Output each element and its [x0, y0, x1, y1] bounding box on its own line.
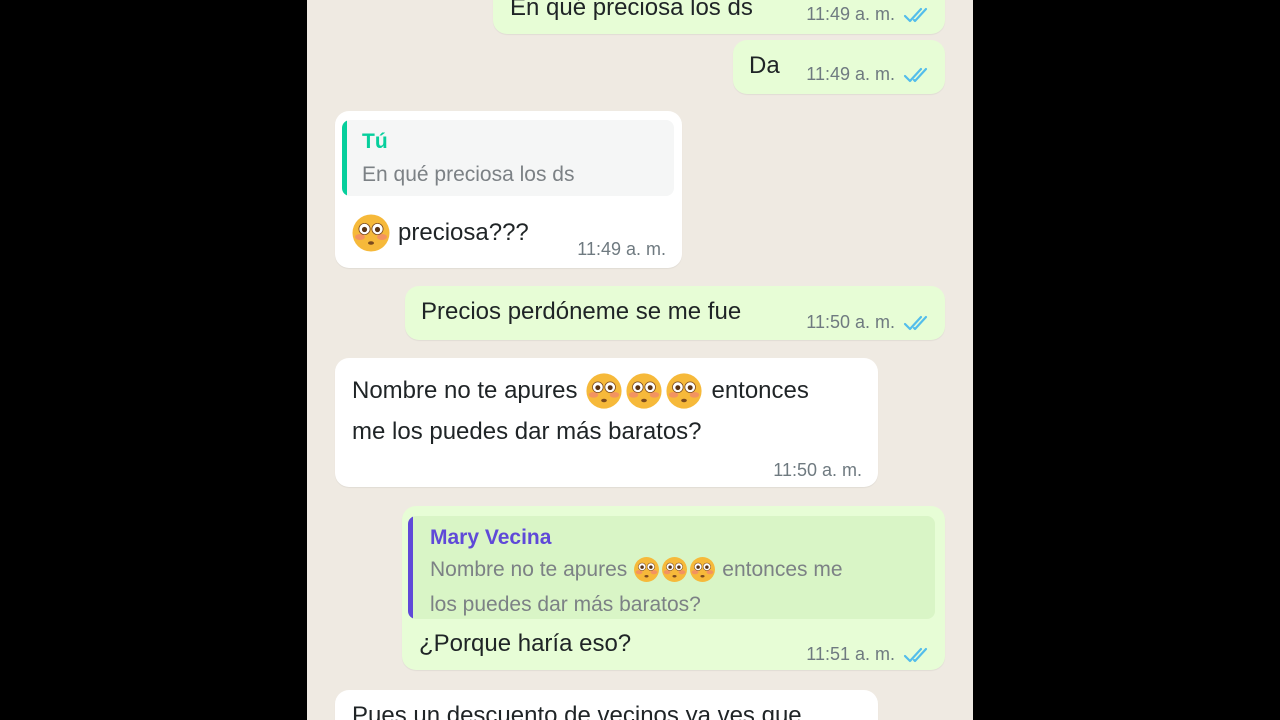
message-text: Da — [749, 52, 780, 79]
message-text: Pues un descuento de vecinos ya ves que — [352, 702, 802, 720]
flushed-face-icon — [585, 372, 623, 410]
message-bubble-outgoing[interactable]: Precios perdóneme se me fue 11:50 a. m. — [405, 286, 945, 340]
message-line-1: Nombre no te apures entonces — [352, 372, 809, 410]
flushed-face-icon — [661, 556, 688, 583]
flushed-face-icon — [689, 556, 716, 583]
message-time: 11:49 a. m. — [806, 4, 895, 24]
quote-text: En qué preciosa los ds — [362, 163, 575, 186]
message-meta: 11:50 a. m. — [773, 460, 862, 481]
emoji-group — [633, 556, 716, 583]
read-double-check-icon — [903, 314, 933, 332]
quote-bar — [408, 516, 413, 619]
message-text: En qué preciosa los ds — [510, 0, 753, 21]
quote-line-1: Nombre no te apures entonces me — [430, 556, 843, 583]
quote-author: Tú — [362, 130, 388, 153]
message-bubble-outgoing[interactable]: Mary Vecina Nombre no te apures entonces… — [402, 506, 945, 670]
message-meta: 11:51 a. m. — [806, 644, 933, 665]
chat-screen: En qué preciosa los ds 11:49 a. m. Da 11… — [307, 0, 973, 720]
quote-author: Mary Vecina — [430, 526, 552, 549]
message-bubble-incoming[interactable]: Nombre no te apures entonces me los pued… — [335, 358, 878, 487]
message-bubble-outgoing[interactable]: Da 11:49 a. m. — [733, 40, 945, 94]
read-double-check-icon — [903, 66, 933, 84]
message-text: Precios perdóneme se me fue — [421, 298, 742, 325]
message-time: 11:49 a. m. — [806, 64, 895, 84]
message-time: 11:51 a. m. — [806, 644, 895, 664]
flushed-face-icon — [625, 372, 663, 410]
message-meta: 11:49 a. m. — [806, 64, 933, 85]
message-bubble-incoming[interactable]: Pues un descuento de vecinos ya ves que — [335, 690, 878, 720]
message-time: 11:49 a. m. — [577, 239, 666, 259]
message-text: me los puedes dar más baratos? — [352, 418, 702, 445]
message-bubble-incoming[interactable]: Tú En qué preciosa los ds preciosa??? 11… — [335, 111, 682, 268]
quote-text: entonces me — [722, 557, 843, 581]
emoji-group — [585, 372, 703, 410]
message-text: ¿Porque haría eso? — [419, 630, 632, 657]
message-bubble-outgoing[interactable]: En qué preciosa los ds 11:49 a. m. — [493, 0, 945, 34]
read-double-check-icon — [903, 6, 933, 24]
message-text: Nombre no te apures — [352, 377, 578, 404]
read-double-check-icon — [903, 646, 933, 664]
quote-bar — [342, 120, 347, 196]
message-time: 11:50 a. m. — [806, 312, 895, 332]
reply-quote[interactable]: Tú En qué preciosa los ds — [342, 120, 674, 196]
message-meta: 11:49 a. m. — [577, 239, 666, 260]
message-text: entonces — [711, 377, 809, 404]
flushed-face-icon — [665, 372, 703, 410]
flushed-face-icon — [351, 213, 391, 258]
quote-text: Nombre no te apures — [430, 557, 628, 581]
flushed-face-icon — [633, 556, 660, 583]
message-time: 11:50 a. m. — [773, 460, 862, 480]
reply-quote[interactable]: Mary Vecina Nombre no te apures entonces… — [408, 516, 935, 619]
message-text: preciosa??? — [398, 219, 529, 246]
message-meta: 11:50 a. m. — [806, 312, 933, 333]
message-meta: 11:49 a. m. — [806, 4, 933, 25]
quote-text: los puedes dar más baratos? — [430, 593, 701, 616]
